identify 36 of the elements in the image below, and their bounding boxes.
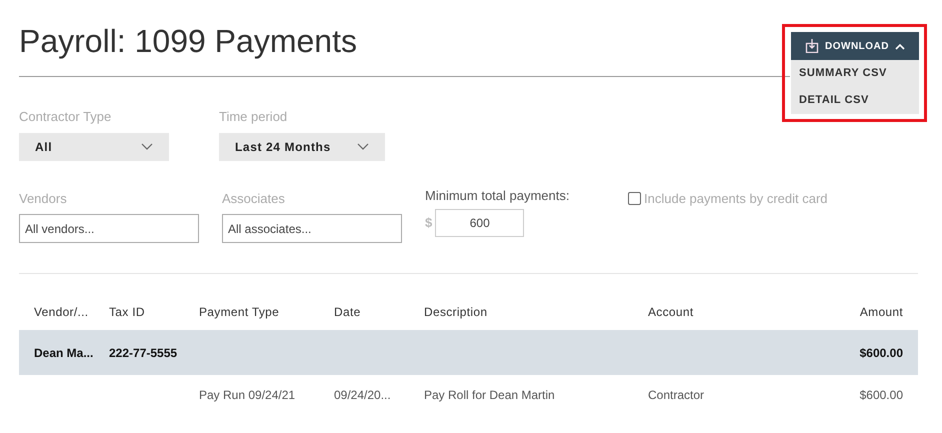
associates-field[interactable]: All associates...: [222, 214, 402, 243]
column-header[interactable]: Vendor/...: [19, 294, 109, 330]
caret-icon: [895, 42, 905, 50]
field-label: Time period: [219, 108, 288, 126]
chevron-down-icon: [141, 143, 153, 150]
column-header[interactable]: Payment Type: [199, 294, 334, 330]
minimum-total-field[interactable]: 600: [435, 209, 524, 237]
table-cell: Dean Ma...: [34, 346, 94, 360]
checkbox-label: Include payments by credit card: [644, 190, 828, 208]
table-cell: 222-77-5555: [109, 346, 178, 360]
column-header[interactable]: Tax ID: [109, 294, 199, 330]
column-header[interactable]: Amount: [798, 294, 918, 330]
field-label: Minimum total payments:: [425, 186, 570, 205]
time-period-dropdown[interactable]: Last 24 Months: [219, 132, 385, 160]
contractor-type-dropdown[interactable]: All: [19, 132, 169, 160]
currency-symbol: $: [425, 214, 432, 232]
download-icon: [805, 39, 819, 53]
field-label: Vendors: [19, 190, 68, 208]
field-label: Associates: [222, 190, 286, 208]
chevron-down-icon: [357, 143, 369, 150]
table-cell: $600.00: [860, 346, 903, 360]
field-label: Contractor Type: [19, 108, 112, 126]
page-title: Payroll: 1099 Payments: [19, 22, 358, 60]
table-cell: 09/24/20...: [334, 388, 391, 402]
vendors-field[interactable]: All vendors...: [19, 214, 199, 243]
column-header[interactable]: Date: [334, 294, 424, 330]
table-cell: Pay Roll for Dean Martin: [424, 388, 555, 402]
table-cell: $600.00: [860, 388, 903, 402]
menu-item[interactable]: SUMMARY CSV: [791, 60, 919, 87]
table-cell: Contractor: [648, 388, 704, 402]
download-button[interactable]: DOWNLOAD: [791, 32, 919, 60]
column-header[interactable]: Description: [424, 294, 648, 330]
checkbox[interactable]: [628, 192, 641, 205]
menu-item[interactable]: DETAIL CSV: [791, 87, 919, 114]
column-header[interactable]: Account: [648, 294, 798, 330]
table-cell: Pay Run 09/24/21: [199, 388, 296, 402]
